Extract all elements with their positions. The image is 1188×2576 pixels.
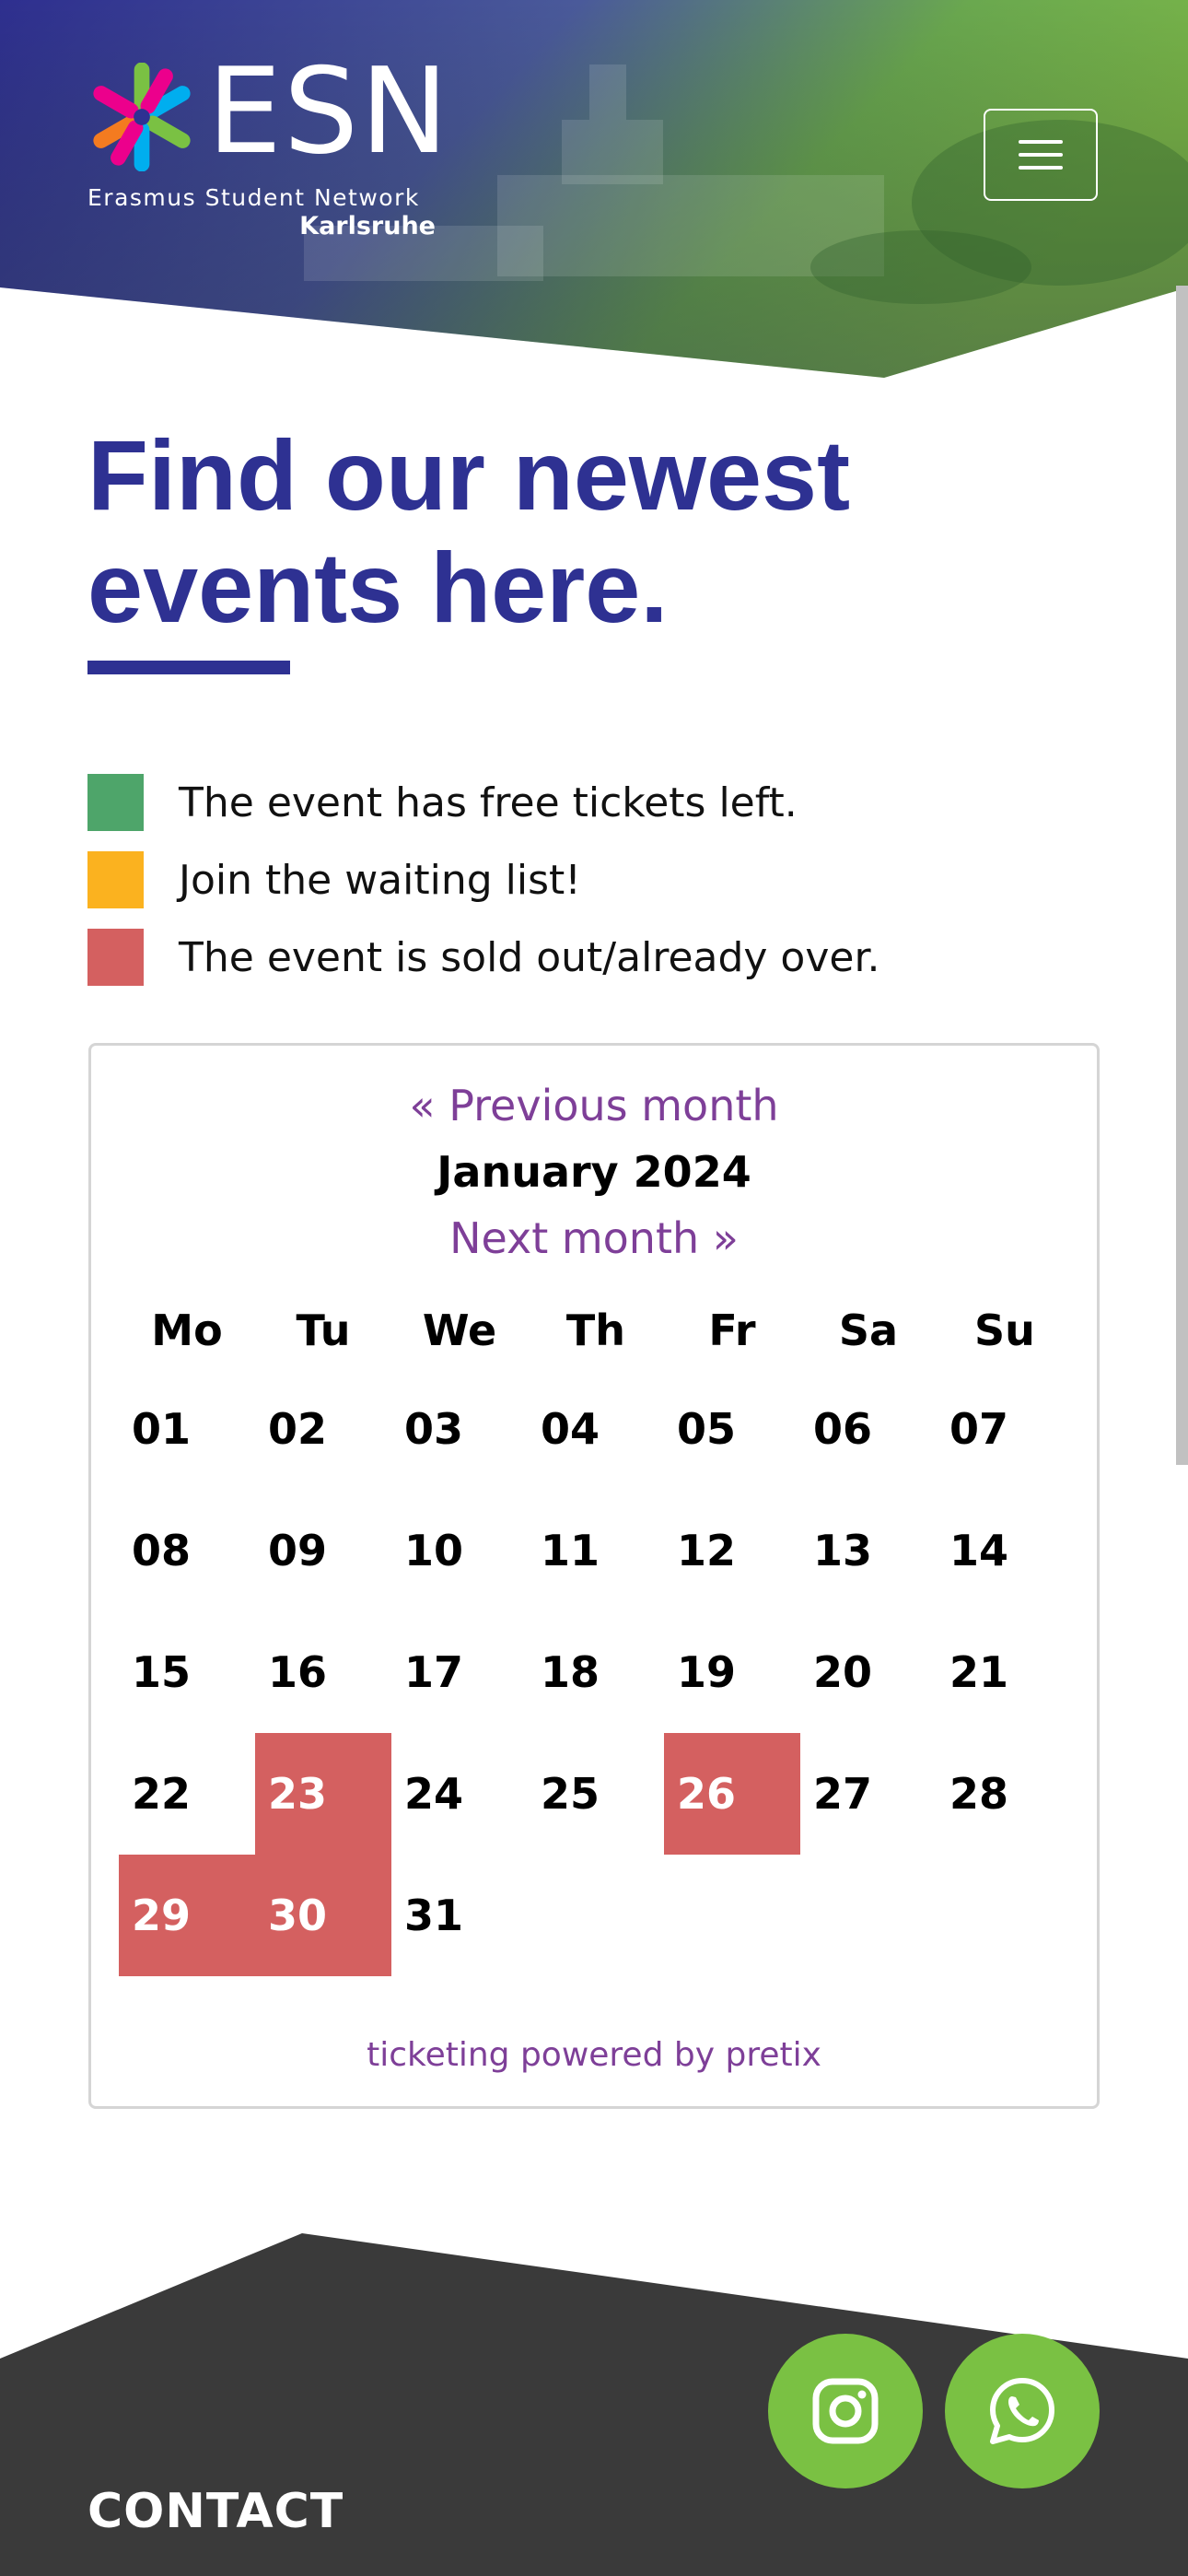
- calendar-day: 07: [949, 1404, 1009, 1454]
- calendar-day: 09: [268, 1526, 328, 1575]
- legend-label: Join the waiting list!: [179, 856, 581, 904]
- legend-item-soldout: The event is sold out/already over.: [87, 929, 880, 986]
- calendar-day: 14: [949, 1526, 1009, 1575]
- previous-month-link[interactable]: « Previous month: [91, 1081, 1097, 1130]
- calendar-day: 02: [268, 1404, 328, 1454]
- whatsapp-icon: [990, 2378, 1054, 2444]
- weekday-header: Th: [565, 1306, 626, 1355]
- esn-star-icon: [93, 63, 191, 171]
- calendar-day: 22: [132, 1769, 192, 1819]
- header-banner: ESN Erasmus Student Network Karlsruhe: [0, 0, 1188, 387]
- logo-section-name: Karlsruhe: [299, 212, 436, 240]
- calendar-day: 20: [813, 1647, 873, 1697]
- calendar-day[interactable]: 29: [119, 1855, 255, 1976]
- page-title-line-2: events here.: [87, 532, 669, 643]
- weekday-header: We: [422, 1306, 497, 1355]
- calendar-day: 06: [813, 1404, 873, 1454]
- instagram-icon: [812, 2378, 879, 2444]
- calendar-day: 17: [404, 1647, 464, 1697]
- title-underline: [87, 661, 290, 674]
- event-calendar: « Previous month January 2024 Next month…: [88, 1043, 1100, 2109]
- esn-karlsruhe-logo[interactable]: ESN Erasmus Student Network Karlsruhe: [87, 53, 448, 247]
- weekday-header: Fr: [708, 1306, 756, 1355]
- calendar-day: 19: [677, 1647, 737, 1697]
- calendar-day: 18: [541, 1647, 600, 1697]
- pretix-credit-link[interactable]: ticketing powered by pretix: [91, 2036, 1097, 2074]
- logo-subtitle: Erasmus Student Network: [87, 184, 420, 211]
- calendar-day: 01: [132, 1404, 192, 1454]
- legend-swatch-soldout: [87, 929, 144, 986]
- calendar-day: 03: [404, 1404, 464, 1454]
- menu-toggle-button[interactable]: [984, 109, 1098, 201]
- calendar-day: 28: [949, 1769, 1009, 1819]
- calendar-day: 08: [132, 1526, 192, 1575]
- legend-item-available: The event has free tickets left.: [87, 774, 798, 831]
- calendar-day: 25: [541, 1769, 600, 1819]
- calendar-day: 10: [404, 1526, 464, 1575]
- page-scrollbar[interactable]: [1176, 286, 1188, 1465]
- calendar-day: 31: [404, 1891, 464, 1940]
- legend-item-waitlist: Join the waiting list!: [87, 851, 581, 908]
- calendar-day: 11: [541, 1526, 600, 1575]
- calendar-day: 05: [677, 1404, 737, 1454]
- page-title: Find our newest events here.: [87, 419, 1008, 644]
- next-month-link[interactable]: Next month »: [91, 1213, 1097, 1263]
- instagram-button[interactable]: [768, 2334, 923, 2488]
- logo-wordmark: ESN: [207, 43, 450, 181]
- calendar-day: 13: [813, 1526, 873, 1575]
- calendar-day[interactable]: 26: [664, 1733, 800, 1855]
- calendar-day[interactable]: 23: [255, 1733, 391, 1855]
- current-month-label: January 2024: [437, 1147, 751, 1197]
- weekday-header: Tu: [296, 1306, 351, 1355]
- contact-heading: CONTACT: [87, 2484, 344, 2539]
- calendar-day: 15: [132, 1647, 192, 1697]
- weekday-header: Mo: [151, 1306, 223, 1355]
- whatsapp-button[interactable]: [945, 2334, 1100, 2488]
- hamburger-menu-icon: [1019, 140, 1063, 144]
- legend-swatch-available: [87, 774, 144, 831]
- legend-label: The event is sold out/already over.: [179, 933, 880, 981]
- calendar-day: 24: [404, 1769, 464, 1819]
- calendar-day: 27: [813, 1769, 873, 1819]
- calendar-day: 16: [268, 1647, 328, 1697]
- calendar-day: 04: [541, 1404, 600, 1454]
- calendar-day: 21: [949, 1647, 1009, 1697]
- legend-label: The event has free tickets left.: [179, 779, 798, 826]
- calendar-day: 12: [677, 1526, 737, 1575]
- calendar-day[interactable]: 30: [255, 1855, 391, 1976]
- weekday-header: Su: [974, 1306, 1035, 1355]
- weekday-header: Sa: [838, 1306, 899, 1355]
- legend-swatch-waitlist: [87, 851, 144, 908]
- page-title-line-1: Find our newest: [87, 419, 851, 531]
